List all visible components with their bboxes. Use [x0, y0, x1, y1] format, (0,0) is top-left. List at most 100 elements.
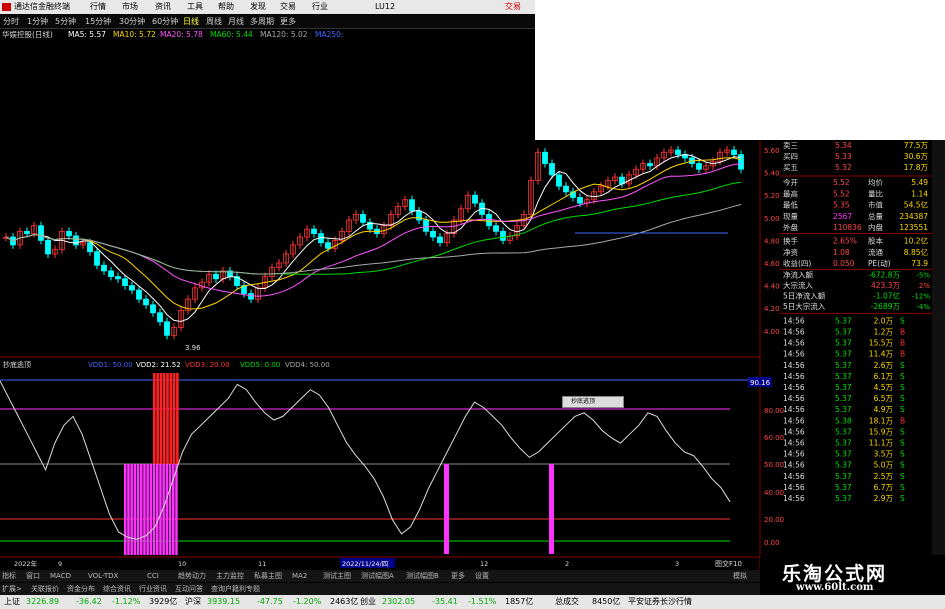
- stat-label: 换手: [783, 236, 798, 246]
- magenta-signal-bar: [127, 464, 130, 555]
- tick-time: 14:56: [783, 394, 805, 403]
- indicator-tick: 20.00: [764, 516, 784, 524]
- indicator-tab[interactable]: 趋势动力: [178, 570, 206, 582]
- flow-value: -672.8万: [868, 270, 900, 279]
- order-price: 5.32: [835, 163, 852, 172]
- index-value: 沪深: [185, 597, 201, 606]
- index-value: 2302.05: [382, 597, 416, 606]
- tick-side: S: [900, 439, 905, 448]
- candle-body: [500, 230, 506, 241]
- ma60-line: [5, 181, 742, 275]
- tick-volume: 6.1万: [874, 372, 894, 381]
- indicator-tab[interactable]: MA2: [292, 570, 307, 582]
- flow-percent: -12%: [912, 292, 930, 300]
- tick-time: 14:56: [783, 328, 805, 337]
- info-tab[interactable]: 扩展>: [2, 583, 22, 595]
- candle-body: [430, 230, 436, 238]
- tick-price: 5.37: [835, 316, 852, 325]
- candle-body: [122, 278, 128, 287]
- order-price: 5.34: [835, 141, 852, 150]
- indicator-legend-item: VDD4: 50.00: [285, 361, 330, 369]
- tick-time: 14:56: [783, 483, 805, 492]
- tick-time: 14:56: [783, 339, 805, 348]
- order-price: 5.33: [835, 152, 852, 161]
- candle-body: [437, 236, 443, 244]
- candle-body: [675, 149, 681, 155]
- chart-canvas[interactable]: 5.60 5.40 5.20 5.00 4.80 4.60 4.40 4.20 4.00 3.96…: [0, 0, 945, 609]
- indicator-popup[interactable]: 抄底逃顶: [562, 396, 624, 408]
- indicator-tabs: 指标 窗口 MACD VOL-TDX CCI 趋势动力 主力监控 私募主图 MA2 测试主图 测试幅…: [0, 560, 760, 582]
- stat-label: 流通: [868, 247, 883, 257]
- candle-body: [416, 210, 422, 221]
- candle-body: [164, 321, 170, 336]
- stat-value: 5.52: [833, 178, 850, 187]
- tick-time: 14:56: [783, 372, 805, 381]
- stat-value: 0.050: [833, 259, 855, 268]
- tick-time: 14:56: [783, 405, 805, 414]
- tick-volume: 5.0万: [874, 461, 894, 470]
- tick-side: S: [900, 461, 905, 470]
- indicator-name: 抄底逃顶: [3, 360, 31, 369]
- tick-price: 5.38: [835, 416, 852, 425]
- candle-body: [38, 225, 44, 241]
- magenta-signal-bar: [444, 464, 449, 554]
- indicator-tab[interactable]: MACD: [50, 570, 71, 582]
- candle-body: [157, 312, 163, 323]
- price-tick: 5.60: [764, 147, 780, 155]
- indicator-tab[interactable]: 私募主图: [254, 570, 282, 582]
- indicator-tab[interactable]: 测试主图: [323, 570, 351, 582]
- tick-volume: 4.5万: [874, 383, 894, 392]
- simulate-tab[interactable]: 模拟: [733, 570, 747, 582]
- tick-price: 5.37: [835, 494, 852, 503]
- info-tabs: 扩展> 关联报价 资金分布 综合资讯 行业资讯 互动问答 查询户籍利专题: [0, 583, 760, 595]
- f10-label[interactable]: 图交F10: [715, 558, 742, 570]
- red-signal-bar: [172, 373, 176, 464]
- stat-value: 110836: [833, 223, 862, 232]
- tick-volume: 2.9万: [874, 494, 894, 503]
- tick-volume: 15.5万: [869, 339, 894, 348]
- stat-value: 234387: [899, 212, 928, 221]
- info-tab[interactable]: 关联报价: [31, 583, 59, 595]
- stat-label: 今开: [783, 177, 798, 187]
- status-text: 8450亿: [592, 597, 621, 606]
- flow-value: -2689万: [871, 302, 901, 311]
- info-tab[interactable]: 查询户籍利专题: [211, 583, 260, 595]
- indicator-tab[interactable]: CCI: [147, 570, 159, 582]
- indicator-legend-item: VDD5: 0.00: [240, 361, 280, 369]
- flow-percent: 2%: [919, 282, 930, 290]
- info-tab[interactable]: 资金分布: [67, 583, 95, 595]
- info-tab[interactable]: 行业资讯: [139, 583, 167, 595]
- indicator-tab[interactable]: 测试幅图A: [361, 570, 394, 582]
- info-tab[interactable]: 综合资讯: [103, 583, 131, 595]
- price-tick: 4.40: [764, 283, 780, 291]
- magenta-signal-bar: [130, 464, 133, 555]
- indicator-tab[interactable]: 更多: [451, 570, 465, 582]
- indicator-tab[interactable]: 窗口: [26, 570, 40, 582]
- flow-percent: -4%: [916, 303, 930, 311]
- indicator-tab[interactable]: VOL-TDX: [88, 570, 118, 582]
- candle-body: [143, 298, 149, 306]
- stat-value: 2567: [833, 212, 852, 221]
- tick-volume: 4.9万: [874, 405, 894, 414]
- tick-volume: 11.1万: [869, 439, 894, 448]
- candle-body: [150, 304, 156, 314]
- price-tick: 4.80: [764, 237, 780, 245]
- indicator-tab[interactable]: 指标: [2, 570, 16, 582]
- index-value: -1.51%: [468, 597, 497, 606]
- stat-label: 总量: [868, 211, 883, 221]
- tick-side: S: [900, 483, 905, 492]
- indicator-tab[interactable]: 设置: [475, 570, 489, 582]
- date-tick: 12: [480, 560, 488, 568]
- price-tick: 4.00: [764, 328, 780, 336]
- indicator-tab[interactable]: 测试幅图B: [406, 570, 439, 582]
- magenta-signal-bar: [136, 464, 140, 555]
- flow-value: 423.3万: [871, 281, 900, 290]
- side-toolbar[interactable]: [932, 140, 945, 570]
- indicator-tab[interactable]: 主力监控: [216, 570, 244, 582]
- tick-volume: 11.4万: [869, 350, 894, 359]
- stat-value: 5.35: [833, 201, 850, 210]
- tick-price: 5.37: [835, 483, 852, 492]
- info-tab[interactable]: 互动问答: [175, 583, 203, 595]
- indicator-legend-item: VDD3: 20.00: [185, 361, 230, 369]
- tick-side: S: [900, 494, 905, 503]
